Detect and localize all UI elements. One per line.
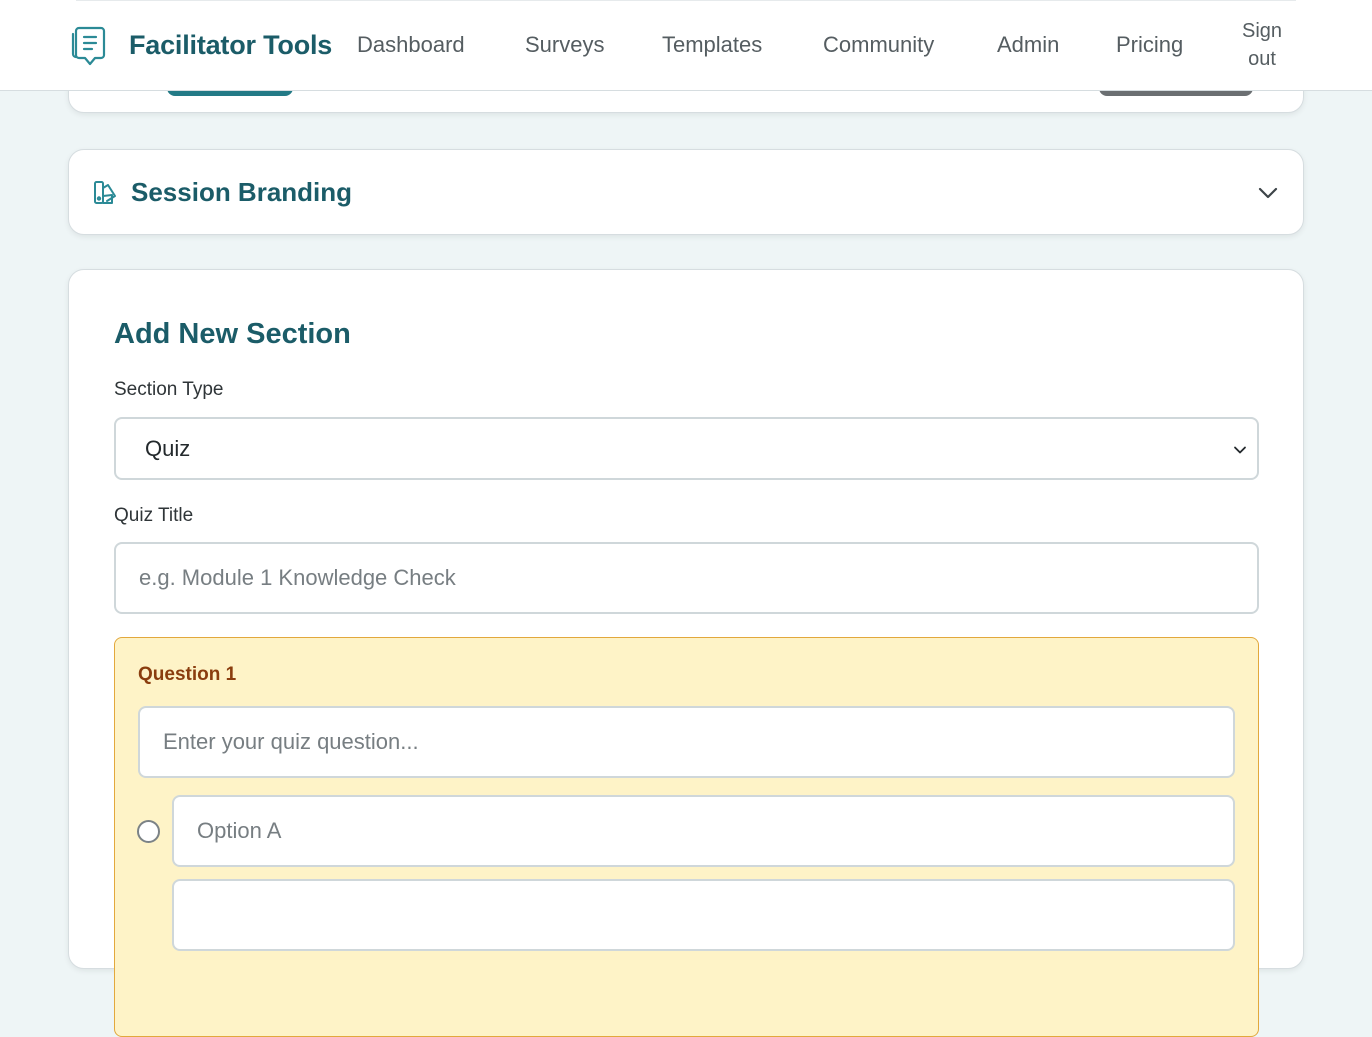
header-top-divider (76, 0, 1296, 1)
nav-dashboard[interactable]: Dashboard (357, 31, 465, 59)
brand-name: Facilitator Tools (129, 29, 333, 60)
question-number-label: Question 1 (138, 664, 237, 685)
top-navigation-bar: Facilitator Tools Dashboard Surveys Temp… (0, 0, 1372, 91)
chevron-down-icon (1234, 446, 1246, 454)
correct-answer-radio-a[interactable] (137, 820, 160, 843)
question-card: Question 1 (114, 637, 1259, 1037)
brand-logo-link[interactable]: Facilitator Tools (70, 22, 332, 68)
palette-swatch-icon (94, 181, 116, 204)
option-b-input[interactable] (172, 879, 1235, 951)
chevron-down-icon[interactable] (1256, 181, 1280, 205)
quiz-title-label: Quiz Title (114, 505, 194, 526)
add-section-title: Add New Section (114, 318, 351, 350)
quiz-title-input[interactable] (114, 542, 1259, 614)
nav-surveys[interactable]: Surveys (525, 31, 604, 59)
session-branding-title: Session Branding (131, 177, 353, 207)
nav-templates[interactable]: Templates (662, 31, 762, 59)
add-new-section-card: Add New Section Section Type Quiz Quiz T… (68, 269, 1304, 1037)
question-text-input[interactable] (138, 706, 1235, 778)
session-branding-panel[interactable]: Session Branding (68, 149, 1304, 235)
feedback-document-icon (71, 26, 106, 66)
nav-community[interactable]: Community (823, 31, 934, 59)
option-a-input[interactable] (172, 795, 1235, 867)
section-type-value: Quiz (145, 436, 191, 461)
sign-out-link[interactable]: Sign out (1231, 17, 1293, 73)
nav-admin[interactable]: Admin (997, 31, 1059, 59)
section-type-select[interactable]: Quiz (114, 417, 1259, 480)
section-type-label: Section Type (114, 379, 224, 400)
nav-pricing[interactable]: Pricing (1116, 31, 1183, 59)
